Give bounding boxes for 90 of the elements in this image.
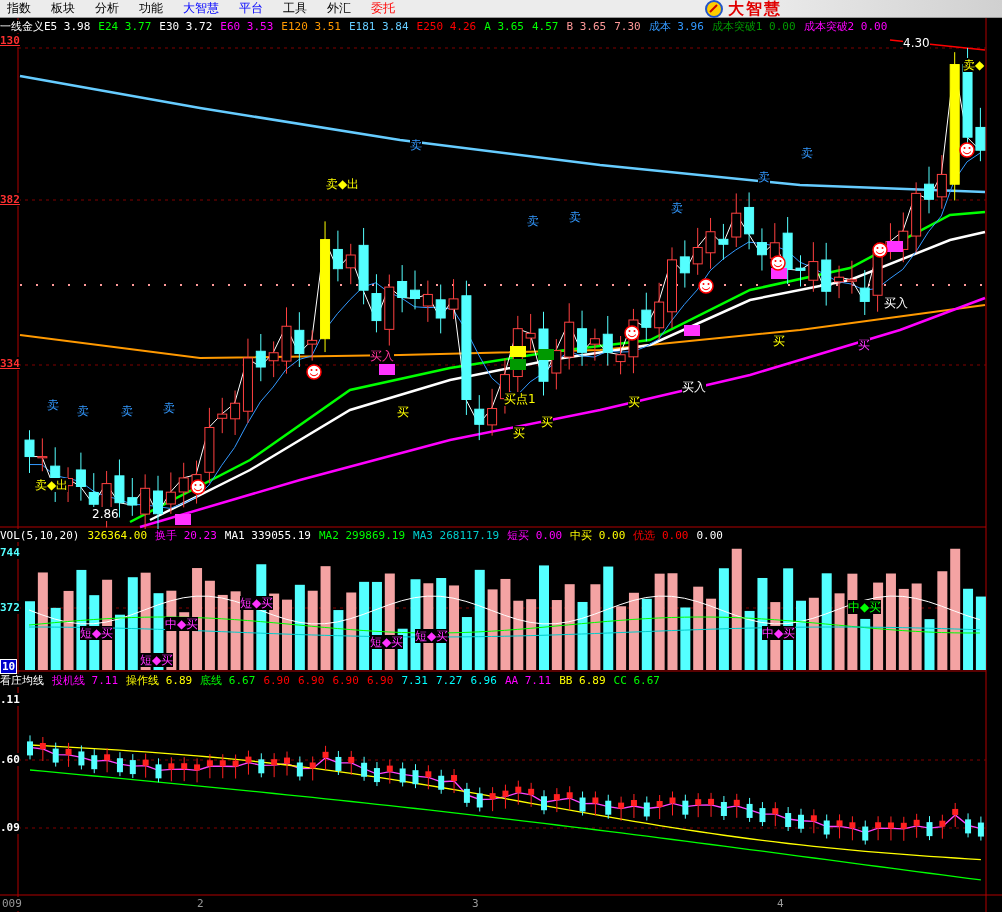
indicator-value: 6.96: [470, 674, 497, 687]
indicator-value: E120 3.51: [281, 20, 341, 33]
signal-label: 买: [541, 415, 553, 429]
signal-label: 短◆买: [370, 635, 404, 649]
signal-label: 2.86: [92, 507, 119, 521]
indicator-value: AA 7.11: [504, 674, 552, 687]
volume-axis-label: 10: [0, 659, 18, 674]
signal-label: 短◆买: [415, 629, 449, 643]
indicator-value: 6.90: [366, 674, 394, 687]
indicator-value: 换手 20.23: [155, 529, 217, 542]
menu-item[interactable]: 功能: [132, 0, 169, 17]
signal-label: 卖: [121, 404, 133, 418]
signal-label: 买: [628, 395, 640, 409]
indicator-value: A 3.65: [484, 20, 524, 33]
indicator-value: B 3.65: [566, 20, 607, 33]
menu-item[interactable]: 分析: [88, 0, 125, 17]
signal-label: 短◆买: [240, 596, 274, 610]
indicator-value: 投机线 7.11: [52, 674, 119, 687]
signal-label: 买点1: [504, 392, 536, 406]
indicator-value: CC 6.67: [613, 674, 660, 687]
indicator-value: 7.31: [401, 674, 428, 687]
indicator-value: 中买 0.00: [570, 529, 626, 542]
signal-label: 买入: [370, 349, 394, 363]
indicator-value: 优选 0.00: [633, 529, 689, 542]
signal-label: 卖: [410, 138, 422, 152]
indicator-value: BB 6.89: [559, 674, 606, 687]
signal-label: 卖: [801, 146, 813, 160]
signal-label: 卖: [77, 404, 89, 418]
indicator-value: 成本突破2 0.00: [803, 20, 888, 33]
indicator-value: 一线金义E5 3.98: [0, 20, 91, 33]
indicator-value: MA2 299869.19: [318, 529, 406, 542]
signal-label: 买入: [682, 380, 706, 394]
price-axis-label: 130: [0, 34, 20, 47]
indicator-value: 7.30: [614, 20, 641, 33]
volume-axis-label: 744: [0, 546, 20, 559]
indicator-axis-label: .60: [0, 753, 20, 766]
price-axis-label: 382: [0, 193, 20, 206]
signal-label: 买: [397, 405, 409, 419]
indicator-value: MA1 339055.19: [224, 529, 311, 542]
indicator-value: 0.00: [696, 529, 723, 542]
indicator-value: 4.57: [531, 20, 559, 33]
logo-text: 大智慧: [728, 0, 782, 18]
signal-label: 卖: [569, 210, 581, 224]
price-axis-label: 334: [0, 357, 20, 370]
indicator-value: E250 4.26: [416, 20, 477, 33]
indicator-value: MA3 268117.19: [413, 529, 500, 542]
menu-item[interactable]: 工具: [276, 0, 313, 17]
indicator-value: 6.90: [332, 674, 359, 687]
menu-item[interactable]: 板块: [44, 0, 81, 17]
signal-label: 中◆买: [165, 617, 199, 631]
signal-label: 短◆买: [80, 626, 114, 640]
indicator-axis-label: .11: [0, 693, 20, 706]
signal-label: 买入: [884, 296, 908, 310]
signal-label: 中◆买: [762, 626, 796, 640]
indicator-value: 6.90: [263, 674, 290, 687]
indicator-value: 底线 6.67: [200, 674, 256, 687]
indicator-value: 7.27: [435, 674, 463, 687]
indicator-value: 6.90: [297, 674, 325, 687]
menu-item[interactable]: 平台: [232, 0, 269, 17]
menu-item[interactable]: 指数: [0, 0, 37, 17]
signal-label: 卖◆: [963, 58, 985, 72]
indicator-value: 326364.00: [87, 529, 148, 542]
indicator-axis-label: .09: [0, 821, 20, 834]
signal-label: 卖: [758, 170, 770, 184]
signal-label: 卖◆出: [35, 478, 69, 492]
indicator-value: 短买 0.00: [507, 529, 563, 542]
menu-item[interactable]: 外汇: [320, 0, 357, 17]
indicator-value: 成本突破1 0.00: [711, 20, 796, 33]
signal-label: 买: [858, 338, 870, 352]
signal-label: 卖: [47, 398, 59, 412]
signal-label: 短◆买: [140, 653, 174, 667]
indicator-value: VOL(5,10,20): [0, 529, 80, 542]
indicator-value: E60 3.53: [220, 20, 274, 33]
date-axis-label: 009: [2, 897, 22, 911]
menu-item[interactable]: 大智慧: [176, 0, 225, 17]
signal-label: 卖: [671, 201, 683, 215]
indicator-value: 成本 3.96: [648, 20, 704, 33]
signal-label: 买: [513, 426, 525, 440]
indicator-value: E24 3.77: [98, 20, 152, 33]
signal-label: 买: [773, 334, 785, 348]
indicator-value: 看庄均线: [0, 674, 44, 687]
signal-label: 中◆买: [848, 600, 882, 614]
signal-label: 卖◆出: [326, 177, 360, 191]
signal-label: 卖: [527, 214, 539, 228]
signal-label: 卖: [163, 401, 175, 415]
signal-label: 4.30: [903, 36, 930, 50]
indicator-value: E181 3.84: [348, 20, 409, 33]
indicator-value: 操作线 6.89: [126, 674, 193, 687]
volume-axis-label: 372: [0, 601, 20, 614]
indicator-value: E30 3.72: [159, 20, 213, 33]
